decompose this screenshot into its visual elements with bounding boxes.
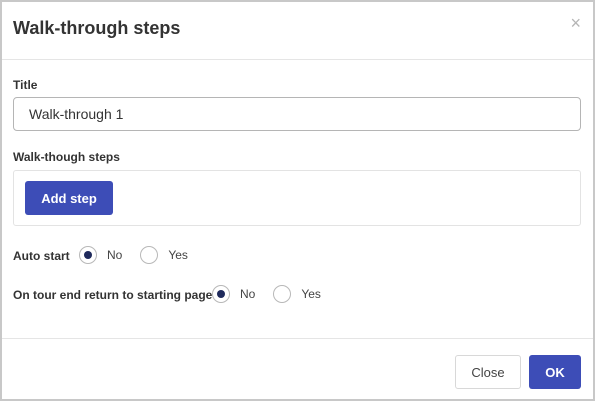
dialog-title: Walk-through steps <box>13 18 181 38</box>
auto-start-label: Auto start <box>13 249 70 263</box>
tour-end-no-radio[interactable] <box>212 285 230 303</box>
dialog-footer: Close OK <box>2 338 593 400</box>
dialog-header: Walk-through steps × <box>2 2 593 60</box>
add-step-button[interactable]: Add step <box>25 181 113 215</box>
auto-start-yes-label: Yes <box>168 248 188 262</box>
steps-label: Walk-though steps <box>13 150 120 164</box>
auto-start-no-radio[interactable] <box>79 246 97 264</box>
title-label: Title <box>13 78 38 92</box>
tour-end-no-label: No <box>240 287 256 301</box>
tour-end-yes-label: Yes <box>301 287 321 301</box>
auto-start-radio-group: No Yes <box>79 246 206 264</box>
auto-start-no-label: No <box>107 248 123 262</box>
walkthrough-dialog: Walk-through steps × Title Walk-though s… <box>0 0 595 401</box>
title-input[interactable] <box>13 97 581 131</box>
steps-container: Add step <box>13 170 581 226</box>
close-button[interactable]: Close <box>455 355 521 389</box>
tour-end-yes-radio[interactable] <box>273 285 292 303</box>
ok-button[interactable]: OK <box>529 355 581 389</box>
close-icon[interactable]: × <box>570 13 581 33</box>
tour-end-radio-group: No Yes <box>212 285 339 303</box>
tour-end-label: On tour end return to starting page <box>13 288 213 302</box>
auto-start-yes-radio[interactable] <box>140 246 159 264</box>
